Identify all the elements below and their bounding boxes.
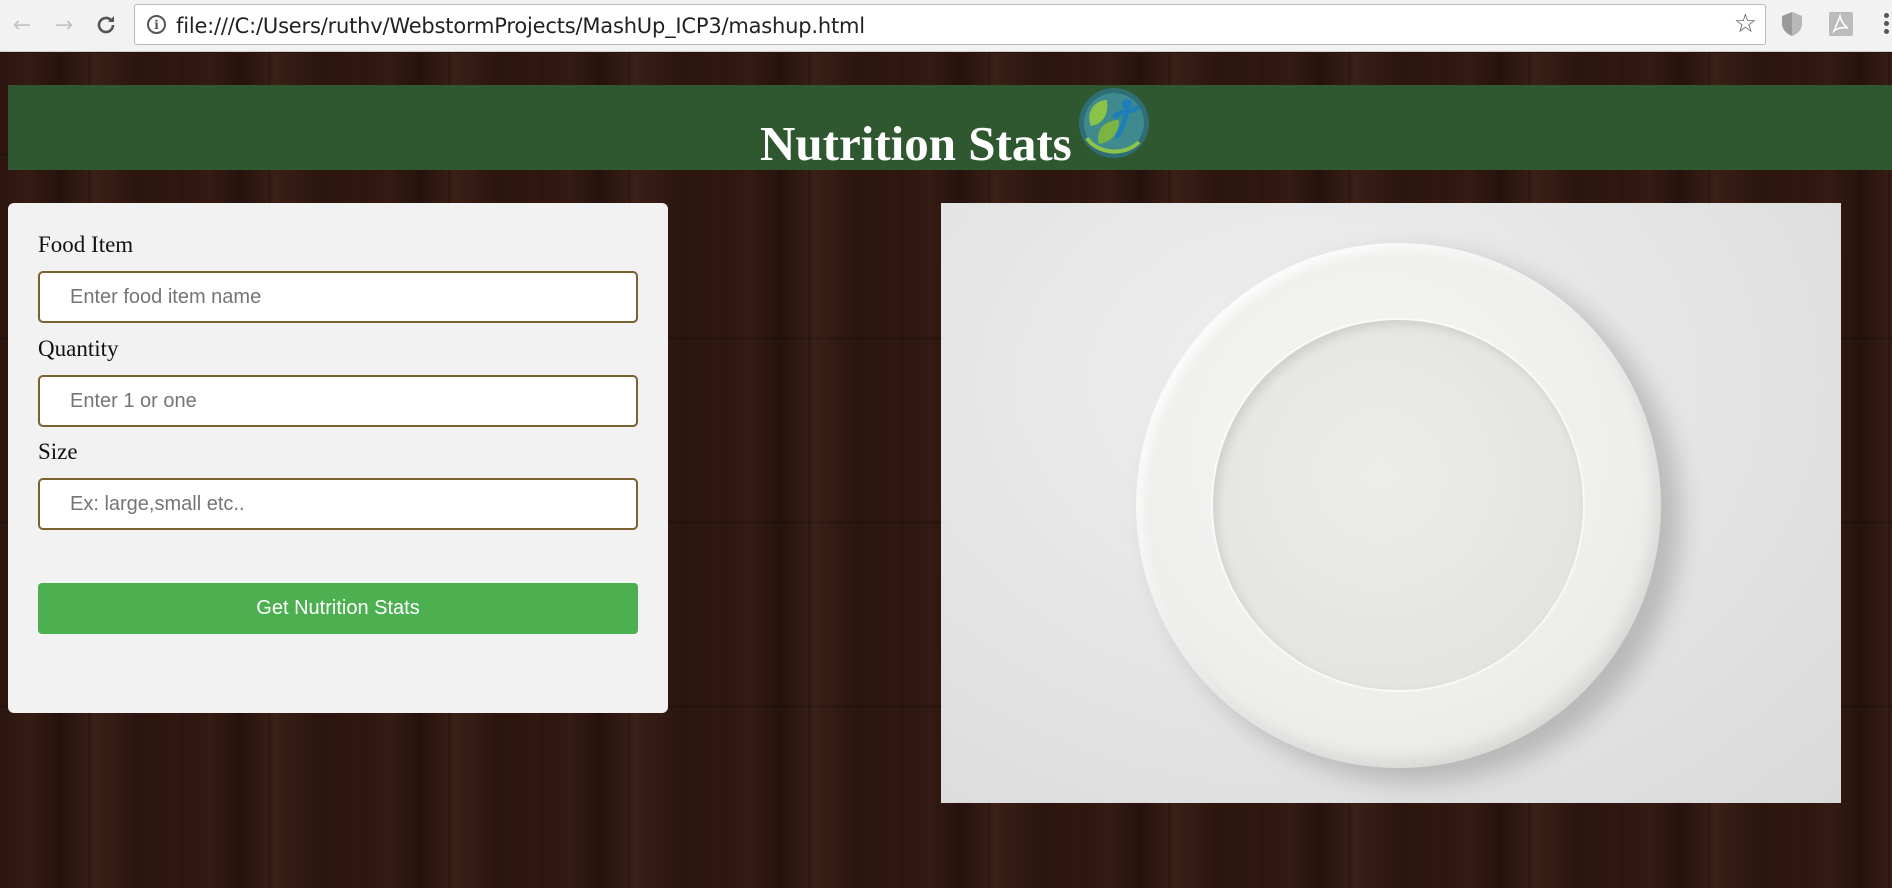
food-item-input[interactable]: [38, 271, 638, 323]
quantity-input[interactable]: [38, 375, 638, 427]
shield-icon[interactable]: [1781, 11, 1803, 37]
get-nutrition-stats-button[interactable]: Get Nutrition Stats: [38, 583, 638, 634]
plate: [1136, 243, 1661, 768]
plate-well: [1213, 320, 1583, 690]
back-arrow-icon[interactable]: ←: [6, 9, 38, 41]
size-label: Size: [38, 439, 78, 464]
browser-toolbar: ← → i file:///C:/Users/ruthv/WebstormPro…: [0, 0, 1892, 52]
address-bar[interactable]: i file:///C:/Users/ruthv/WebstormProject…: [134, 4, 1766, 45]
more-vertical-icon[interactable]: [1880, 10, 1892, 40]
food-item-label: Food Item: [38, 232, 134, 257]
page-title: Nutrition Stats: [760, 116, 1072, 171]
star-icon[interactable]: ☆: [1734, 9, 1757, 39]
quantity-label: Quantity: [38, 336, 119, 361]
reload-icon[interactable]: [90, 9, 122, 41]
empty-plate-image: [941, 203, 1841, 803]
url-text[interactable]: file:///C:/Users/ruthv/WebstormProjects/…: [176, 14, 865, 38]
leaf-person-logo: [1077, 86, 1151, 160]
pdf-icon[interactable]: [1829, 12, 1853, 36]
size-input[interactable]: [38, 478, 638, 530]
forward-arrow-icon[interactable]: →: [48, 9, 80, 41]
info-icon[interactable]: i: [147, 15, 166, 34]
nutrition-form: Food Item Quantity Size Get Nutrition St…: [8, 203, 668, 713]
